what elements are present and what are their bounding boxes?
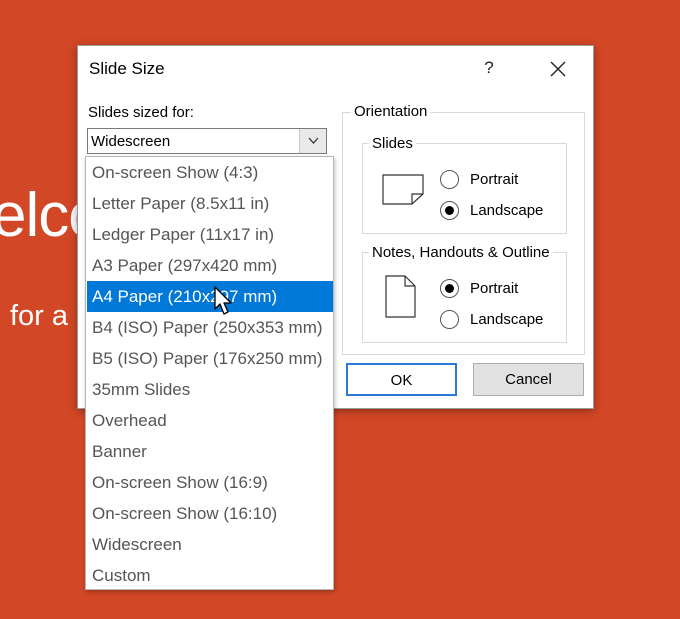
dropdown-option[interactable]: On-screen Show (16:9)	[87, 467, 333, 498]
close-icon	[550, 61, 566, 77]
dropdown-option[interactable]: Banner	[87, 436, 333, 467]
landscape-page-icon	[382, 174, 424, 205]
close-button[interactable]	[543, 54, 573, 84]
notes-orientation-group: Notes, Handouts & Outline Portrait Lands…	[362, 244, 567, 343]
dropdown-option[interactable]: Widescreen	[87, 529, 333, 560]
slides-legend: Slides	[369, 135, 416, 152]
notes-portrait-radio[interactable]	[440, 279, 459, 298]
slides-sized-for-select[interactable]: Widescreen	[87, 128, 327, 154]
notes-legend: Notes, Handouts & Outline	[369, 244, 553, 261]
mouse-pointer-icon	[214, 286, 232, 315]
dropdown-option[interactable]: Ledger Paper (11x17 in)	[87, 219, 333, 250]
slides-portrait-radio[interactable]	[440, 170, 459, 189]
slide-size-dropdown-list[interactable]: On-screen Show (4:3) Letter Paper (8.5x1…	[85, 156, 334, 590]
ok-button[interactable]: OK	[346, 363, 457, 396]
cancel-button[interactable]: Cancel	[473, 363, 584, 396]
orientation-legend: Orientation	[351, 103, 431, 120]
notes-landscape-label[interactable]: Landscape	[470, 311, 543, 328]
dropdown-option[interactable]: Overhead	[87, 405, 333, 436]
notes-landscape-radio[interactable]	[440, 310, 459, 329]
dropdown-option-highlighted[interactable]: A4 Paper (210x297 mm)	[87, 281, 333, 312]
dropdown-option[interactable]: B4 (ISO) Paper (250x353 mm)	[87, 312, 333, 343]
selected-size-value: Widescreen	[91, 133, 171, 150]
dropdown-option[interactable]: 35mm Slides	[87, 374, 333, 405]
dropdown-arrow-button[interactable]	[299, 129, 326, 153]
chevron-down-icon	[308, 137, 319, 144]
help-button[interactable]: ?	[478, 55, 500, 81]
dropdown-option[interactable]: Custom	[87, 560, 333, 591]
dialog-title: Slide Size	[89, 59, 165, 78]
dropdown-option[interactable]: Letter Paper (8.5x11 in)	[87, 188, 333, 219]
dropdown-option[interactable]: B5 (ISO) Paper (176x250 mm)	[87, 343, 333, 374]
portrait-page-icon	[385, 275, 416, 318]
slides-landscape-radio[interactable]	[440, 201, 459, 220]
slide-subtitle-fragment: for a	[10, 300, 69, 332]
slides-portrait-label[interactable]: Portrait	[470, 171, 518, 188]
dropdown-option[interactable]: A3 Paper (297x420 mm)	[87, 250, 333, 281]
notes-portrait-label[interactable]: Portrait	[470, 280, 518, 297]
dropdown-option[interactable]: On-screen Show (4:3)	[87, 157, 333, 188]
slides-landscape-label[interactable]: Landscape	[470, 202, 543, 219]
dropdown-option[interactable]: On-screen Show (16:10)	[87, 498, 333, 529]
orientation-group: Orientation Slides Portrait Landscape No…	[342, 103, 585, 355]
slides-orientation-group: Slides Portrait Landscape	[362, 135, 567, 234]
slides-sized-for-label: Slides sized for:	[88, 104, 194, 121]
